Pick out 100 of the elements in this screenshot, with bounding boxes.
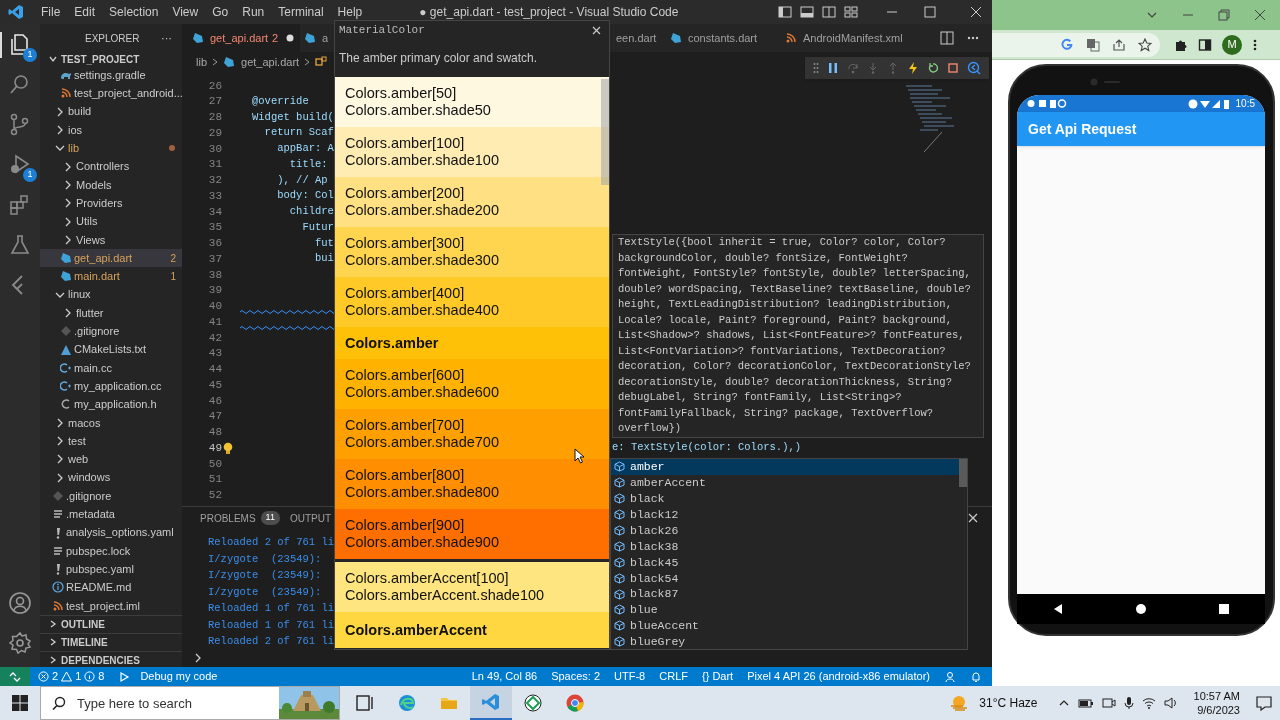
scrollbar-thumb[interactable] [601,79,609,185]
pause-icon[interactable] [827,62,839,74]
stop-icon[interactable] [947,62,959,74]
status-item[interactable]: Pixel 4 API 26 (android-x86 emulator) [747,668,930,685]
clock-time[interactable]: 10:57 AM [1193,689,1240,703]
share-icon[interactable] [1112,37,1126,52]
suggestion-item[interactable]: black12 [611,506,959,523]
home-icon[interactable] [1136,604,1146,614]
editor-tab[interactable]: get_api.dart 2 [182,24,300,52]
menu-item[interactable]: Go [205,3,236,21]
tree-item[interactable]: macos [40,413,182,432]
google-icon[interactable] [1060,37,1074,52]
tree-item[interactable]: build [40,102,182,121]
tree-item[interactable]: get_api.dart 2 [40,248,182,268]
lightning-icon[interactable] [907,62,919,74]
tree-item[interactable]: web [40,450,182,469]
notifications-icon[interactable] [1256,695,1272,711]
lightbulb-icon[interactable] [223,441,233,455]
close-icon[interactable] [1254,9,1266,21]
menu-item[interactable]: View [165,3,206,21]
status-item[interactable]: Debug my code [140,668,218,685]
editor-tab[interactable]: AndroidManifest.xml [775,24,935,52]
suggestion-item[interactable]: blueGrey [611,633,959,649]
tree-item[interactable]: test [40,431,182,451]
camera-tray-icon[interactable] [1101,697,1116,709]
settings-icon[interactable] [8,631,32,655]
tree-item[interactable]: settings.gradle [40,66,182,85]
suggestion-item[interactable]: amberAccent [611,474,959,491]
problems-status[interactable]: 2 1 8 [38,668,105,685]
more-actions-button[interactable]: ··· [161,29,172,47]
clock-date[interactable]: 9/6/2023 [1197,703,1240,717]
tree-item[interactable]: analysis_options.yaml [40,523,182,542]
recents-icon[interactable] [1218,604,1229,614]
panel-toggle-icon[interactable] [800,5,814,19]
suggestion-item[interactable]: black [611,490,959,507]
sidebar-icon[interactable] [1198,37,1212,52]
project-header[interactable]: TEST_PROJECT [40,52,182,66]
tree-item[interactable]: .metadata [40,505,182,524]
profile-avatar[interactable]: M [1222,34,1242,55]
battery-icon[interactable] [1077,697,1094,709]
tree-item[interactable]: main.dart 1 [40,267,182,286]
tree-item[interactable]: Views [40,230,182,249]
tree-item[interactable]: Controllers [40,157,182,176]
suggestion-item[interactable]: blue [611,602,959,618]
star-icon[interactable] [1138,37,1152,52]
maximize-icon[interactable] [924,6,936,18]
suggestion-item[interactable]: black26 [611,522,959,539]
restore-icon[interactable] [1218,9,1230,21]
tree-item[interactable]: Utils [40,212,182,231]
status-item[interactable]: CRLF [659,668,688,685]
suggestion-item[interactable]: amber [611,459,959,475]
editor-tab[interactable]: constants.dart [660,24,775,52]
drag-handle-icon[interactable] [813,62,819,74]
microphone-icon[interactable] [1123,696,1134,710]
breadcrumb-item[interactable]: lib [196,53,207,71]
tree-item[interactable]: README.md [40,578,182,597]
windows-logo-icon[interactable] [12,695,28,711]
status-item[interactable]: {} Dart [702,668,734,685]
status-item[interactable]: Ln 49, Col 86 [471,668,538,685]
address-bar[interactable] [992,32,1160,57]
status-item[interactable]: UTF-8 [614,668,646,685]
tree-item[interactable]: pubspec.lock [40,541,182,560]
scrollbar-thumb[interactable] [959,459,967,487]
status-item[interactable]: Spaces: 2 [551,668,601,685]
suggestion-item[interactable]: blueAccent [611,617,959,634]
tree-item[interactable]: test_project.iml [40,596,182,615]
suggestion-item[interactable]: black87 [611,586,959,602]
tree-item[interactable]: lib [40,139,182,158]
tree-item[interactable]: Models [40,175,182,195]
editor-tab[interactable]: een.dart [606,24,660,52]
remote-indicator[interactable] [0,667,30,686]
translate-icon[interactable] [1086,37,1100,52]
inspector-icon[interactable] [967,61,981,75]
suggestion-item[interactable]: black38 [611,538,959,555]
editor-tab[interactable]: a [300,24,334,52]
tree-item[interactable]: linux [40,285,182,304]
breadcrumb-item[interactable]: get_api.dart [241,53,300,71]
tree-item[interactable]: Providers [40,194,182,213]
weather-text[interactable]: 31°C Haze [979,694,1038,712]
tree-item[interactable]: ios [40,120,182,140]
split-layout-icon[interactable] [822,5,836,19]
split-editor-icon[interactable] [940,31,954,45]
tree-item[interactable]: my_application.cc [40,377,182,396]
tree-item[interactable]: my_application.h [40,395,182,414]
more-vertical-icon[interactable] [1252,37,1258,52]
debug-icon[interactable] [118,670,131,683]
tree-item[interactable]: pubspec.yaml [40,560,182,579]
tree-item[interactable]: CMakeLists.txt [40,340,182,359]
flask-icon[interactable] [8,233,32,257]
sidebar-toggle-icon[interactable] [778,5,792,19]
tree-item[interactable]: flutter [40,303,182,323]
menu-item[interactable]: Run [235,3,272,21]
menu-item[interactable]: Selection [102,3,166,21]
taskbar-button[interactable] [470,686,512,720]
menu-item[interactable]: Edit [67,3,103,21]
menu-item[interactable]: File [34,3,68,21]
tree-item[interactable]: test_project_android... [40,84,182,103]
speaker-icon[interactable] [1163,697,1178,709]
account-icon[interactable] [8,591,32,615]
wifi-icon[interactable] [1141,697,1156,709]
